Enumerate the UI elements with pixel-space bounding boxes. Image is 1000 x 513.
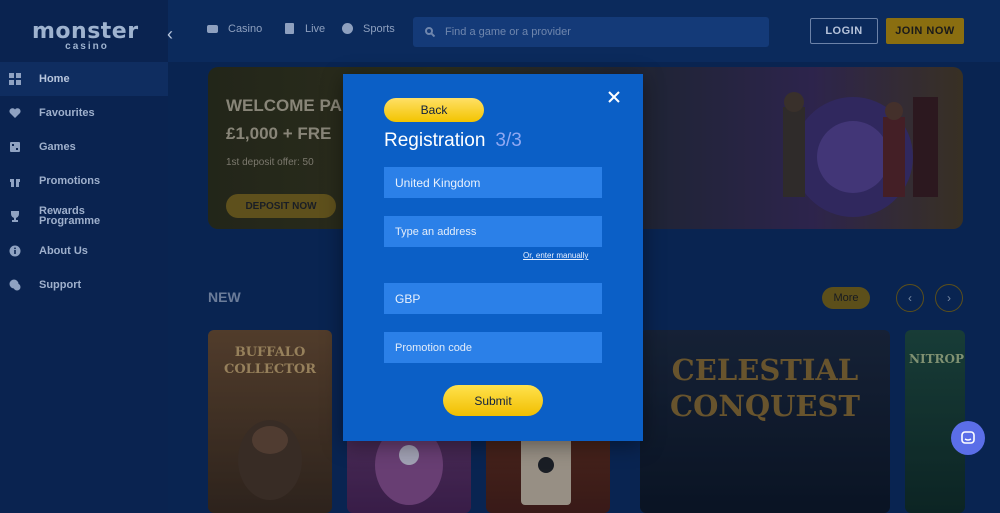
sidebar-item-favourites[interactable]: Favourites	[0, 96, 168, 130]
registration-modal: Back Registration 3/3 United Kingdom Type…	[343, 74, 643, 441]
sidebar-item-support[interactable]: Support	[0, 268, 168, 302]
modal-title-text: Registration	[384, 130, 486, 151]
sidebar-item-label: Support	[39, 279, 82, 291]
search-input[interactable]: Find a game or a provider	[413, 17, 769, 47]
nav-link-live[interactable]: Live	[283, 22, 325, 35]
currency-value: GBP	[395, 291, 421, 306]
nav-link-casino[interactable]: Casino	[206, 22, 262, 35]
logo-main-text: monster	[32, 19, 139, 44]
live-icon	[285, 23, 294, 34]
registration-title: Registration 3/3	[384, 130, 522, 152]
trophy-icon	[9, 210, 21, 222]
country-select[interactable]: United Kingdom	[384, 167, 602, 198]
search-placeholder: Find a game or a provider	[445, 26, 571, 38]
address-placeholder: Type an address	[395, 225, 477, 238]
info-icon	[9, 245, 21, 257]
country-value: United Kingdom	[395, 175, 481, 190]
chat-icon	[9, 279, 21, 291]
currency-select[interactable]: GBP	[384, 283, 602, 314]
sidebar-item-label: Games	[39, 141, 76, 153]
enter-manually-link[interactable]: Or, enter manually	[523, 251, 588, 260]
sidebar-item-rewards[interactable]: Rewards Programme	[0, 198, 168, 234]
gift-icon	[9, 175, 21, 187]
chat-bubble-icon	[961, 431, 975, 444]
sidebar-item-promotions[interactable]: Promotions	[0, 164, 168, 198]
topbar: Casino Live Sports Find a game or a prov…	[168, 0, 1000, 62]
promo-placeholder: Promotion code	[395, 341, 473, 354]
heart-icon	[9, 107, 21, 119]
sidebar-item-about[interactable]: About Us	[0, 234, 168, 268]
login-button[interactable]: LOGIN	[810, 18, 878, 44]
search-icon	[425, 27, 435, 37]
address-input[interactable]: Type an address	[384, 216, 602, 247]
sidebar: monster casino Home Favourites Games Pro…	[0, 0, 168, 513]
games-icon	[9, 141, 21, 153]
close-icon	[608, 91, 620, 103]
home-grid-icon	[9, 73, 21, 85]
sidebar-item-home[interactable]: Home	[0, 62, 168, 96]
sidebar-item-label: Promotions	[39, 175, 101, 187]
sidebar-item-label: Favourites	[39, 107, 95, 119]
back-button[interactable]: Back	[384, 98, 484, 122]
sidebar-item-label: Home	[39, 73, 70, 85]
join-now-button[interactable]: JOIN NOW	[886, 18, 964, 44]
live-chat-button[interactable]	[951, 421, 985, 455]
brand-logo[interactable]: monster casino	[32, 19, 139, 52]
casino-icon	[207, 25, 218, 33]
close-button[interactable]	[607, 90, 623, 106]
submit-button[interactable]: Submit	[443, 385, 543, 416]
nav-link-label: Sports	[363, 22, 395, 35]
sidebar-item-label: About Us	[39, 245, 88, 257]
sidebar-item-games[interactable]: Games	[0, 130, 168, 164]
sidebar-item-label: Rewards Programme	[39, 205, 101, 227]
nav-link-label: Live	[305, 22, 326, 35]
sports-icon	[342, 23, 353, 34]
promotion-code-input[interactable]: Promotion code	[384, 332, 602, 363]
nav-link-label: Casino	[228, 22, 263, 35]
sidebar-nav: Home Favourites Games Promotions Rewards…	[0, 62, 168, 302]
nav-link-sports[interactable]: Sports	[341, 22, 395, 35]
step-indicator: 3/3	[495, 130, 522, 151]
